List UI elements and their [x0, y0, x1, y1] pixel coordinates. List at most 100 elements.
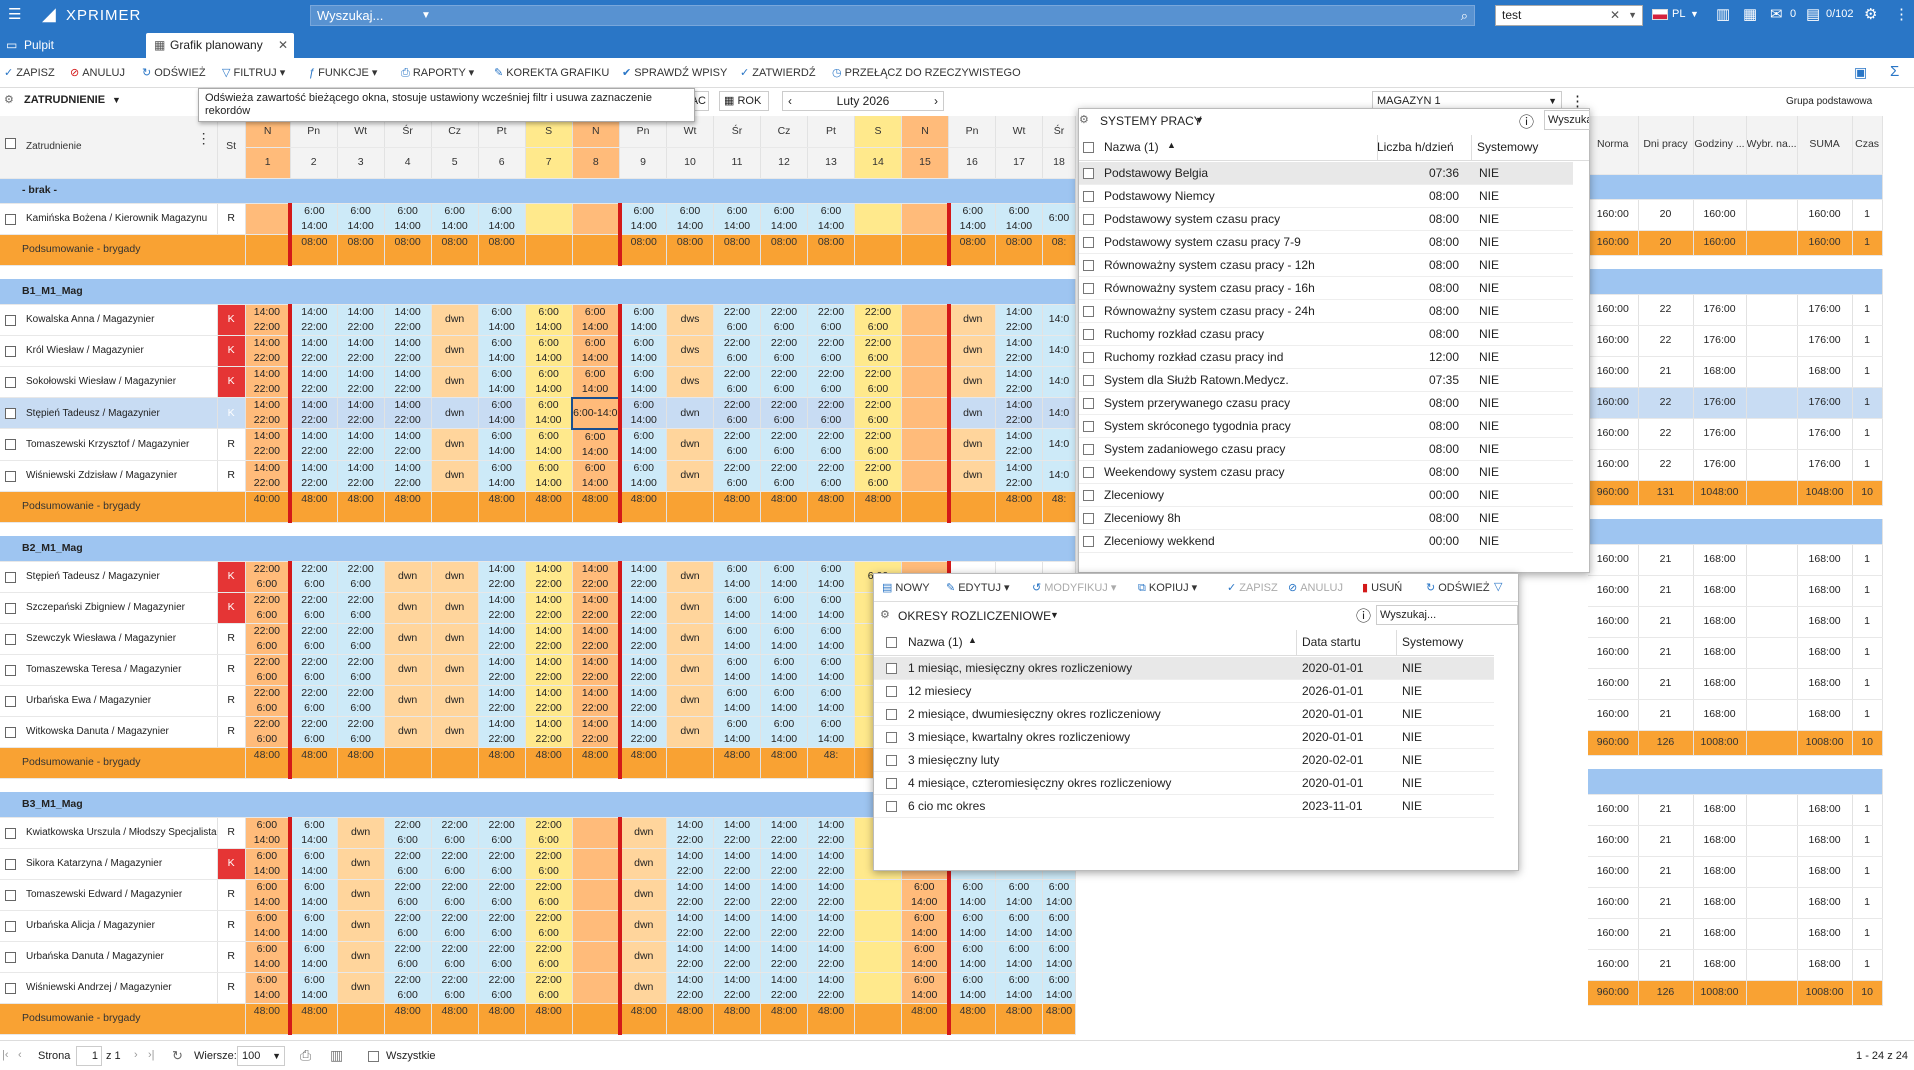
employee-name[interactable]: Sokołowski Wiesław / Magazynier — [0, 366, 218, 398]
col-hours[interactable]: Liczba h/dzień — [1377, 140, 1454, 154]
shift-cell[interactable]: 14:00 22:00 — [713, 817, 761, 849]
user-select[interactable]: test ✕ ▼ — [1495, 5, 1643, 26]
row-checkbox[interactable] — [5, 345, 16, 357]
row-checkbox[interactable] — [1083, 260, 1094, 271]
row-checkbox[interactable] — [5, 889, 16, 901]
shift-cell[interactable]: 22:00 6:00 — [431, 910, 479, 942]
shift-cell[interactable]: 14:00 22:00 — [478, 561, 526, 593]
select-all-checkbox[interactable] — [886, 637, 897, 648]
shift-cell[interactable]: 22:00 6:00 — [337, 561, 385, 593]
shift-cell[interactable]: 14:00 22:00 — [572, 561, 621, 593]
shift-cell[interactable] — [901, 428, 949, 461]
shift-cell[interactable]: 14:00 22:00 — [995, 397, 1043, 429]
shift-cell[interactable]: 6:00 14:00 — [478, 203, 526, 235]
shift-cell[interactable]: 6:00 14:00 — [807, 203, 855, 235]
work-system-row[interactable]: Równoważny system czasu pracy - 12h 08:00… — [1079, 254, 1573, 277]
shift-cell[interactable]: dwn — [384, 654, 432, 686]
page-input[interactable]: 1 — [76, 1046, 102, 1066]
row-checkbox[interactable] — [886, 755, 897, 766]
shift-cell[interactable]: 6:00 — [1042, 203, 1076, 235]
shift-cell[interactable]: dwn — [431, 623, 479, 655]
row-checkbox[interactable] — [886, 663, 897, 674]
shift-cell[interactable]: 14:00 22:00 — [245, 428, 291, 461]
shift-cell[interactable]: dwn — [946, 304, 996, 336]
shift-cell[interactable]: 22:00 6:00 — [525, 910, 573, 942]
shift-cell[interactable]: 22:00 6:00 — [525, 941, 573, 973]
row-checkbox[interactable] — [1083, 329, 1094, 340]
shift-cell[interactable]: 22:00 6:00 — [288, 716, 338, 748]
shift-cell[interactable]: 14:00 22:00 — [384, 366, 432, 398]
shift-cell[interactable]: 14:00 22:00 — [384, 335, 432, 367]
shift-cell[interactable]: 14:00 22:00 — [617, 623, 667, 655]
shift-cell[interactable]: 22:00 6:00 — [288, 561, 338, 593]
shift-cell[interactable]: 6:00 14:00 — [288, 817, 338, 849]
shift-cell[interactable]: 22:00 6:00 — [854, 460, 902, 492]
day-header[interactable]: 14 — [854, 147, 902, 179]
row-checkbox[interactable] — [1083, 237, 1094, 248]
shift-cell[interactable] — [854, 203, 902, 235]
shift-cell[interactable]: dwn — [431, 428, 479, 461]
shift-cell[interactable]: 22:00 6:00 — [288, 685, 338, 717]
next-page-icon[interactable]: › — [134, 1049, 138, 1061]
day-header[interactable]: 15 — [901, 147, 949, 179]
select-all-checkbox[interactable] — [5, 138, 16, 149]
shift-cell[interactable]: 6:00 14:00 — [995, 910, 1043, 942]
shift-cell[interactable]: dwn — [666, 428, 714, 461]
last-page-icon[interactable]: ›| — [148, 1049, 155, 1061]
day-header[interactable]: 2 — [290, 147, 338, 179]
shift-cell[interactable]: dwn — [384, 592, 432, 624]
employment-selector[interactable]: ZATRUDNIENIE — [24, 94, 105, 106]
billing-period-row[interactable]: 6 cio mc okres 2023-11-01 NIE — [874, 795, 1494, 818]
employee-row[interactable]: Król Wiesław / Magazynier K 14:00 22:00 14:0… — [0, 335, 1076, 367]
shift-cell[interactable]: 22:00 6:00 — [245, 592, 291, 624]
shift-cell[interactable]: 6:00 14:00 — [760, 716, 808, 748]
shift-cell[interactable]: 6:00 14:00 — [288, 972, 338, 1004]
shift-cell[interactable]: 14:00 22:00 — [713, 910, 761, 942]
row-checkbox[interactable] — [5, 470, 16, 482]
row-checkbox[interactable] — [1083, 513, 1094, 524]
shift-cell[interactable]: 22:00 6:00 — [478, 910, 526, 942]
shift-cell[interactable]: dwn — [431, 335, 479, 367]
shift-cell[interactable]: 22:00 6:00 — [431, 817, 479, 849]
shift-cell[interactable]: 6:00 14:00 — [946, 910, 996, 942]
shift-cell[interactable]: 6:00 14:00 — [431, 203, 479, 235]
row-checkbox[interactable] — [5, 982, 16, 994]
shift-cell[interactable]: 14:0 — [1042, 304, 1076, 336]
row-checkbox[interactable] — [1083, 490, 1094, 501]
functions-button[interactable]: ƒ FUNKCJE ▾ — [309, 58, 377, 88]
col-status[interactable]: St — [217, 116, 246, 179]
shift-cell[interactable]: 22:00 6:00 — [478, 972, 526, 1004]
work-system-row[interactable]: Równoważny system czasu pracy - 24h 08:00… — [1079, 300, 1573, 323]
chart-icon[interactable]: ▥ — [330, 1047, 343, 1064]
shift-cell[interactable]: 22:00 6:00 — [245, 716, 291, 748]
shift-cell[interactable]: 22:00 6:00 — [478, 879, 526, 911]
shift-cell[interactable]: 22:00 6:00 — [760, 366, 808, 398]
row-checkbox[interactable] — [5, 602, 16, 614]
employee-name[interactable]: Urbańska Danuta / Magazynier — [0, 941, 218, 973]
shift-cell[interactable]: 6:00 14:00 — [478, 335, 526, 367]
shift-cell[interactable]: dwn — [384, 561, 432, 593]
shift-cell[interactable]: 14:00 22:00 — [245, 304, 291, 336]
row-checkbox[interactable] — [5, 633, 16, 645]
shift-cell[interactable]: dwn — [337, 879, 385, 911]
shift-cell[interactable]: 14:0 — [1042, 428, 1076, 461]
shift-cell[interactable]: 6:00 14:00 — [901, 941, 949, 973]
approve-button[interactable]: ✓ ZATWIERDŹ — [740, 58, 816, 88]
row-checkbox[interactable] — [5, 664, 16, 676]
flag-pl-icon[interactable] — [1652, 9, 1668, 20]
shift-cell[interactable]: 14:00 22:00 — [617, 592, 667, 624]
info-icon[interactable]: ⓘ — [1519, 111, 1534, 132]
shift-cell[interactable]: dwn — [946, 335, 996, 367]
shift-cell[interactable]: 6:00 14:00 — [995, 972, 1043, 1004]
shift-cell[interactable]: 14:00 22:00 — [760, 910, 808, 942]
modify-button[interactable]: ↺ MODYFIKUJ ▾ — [1032, 574, 1116, 602]
row-checkbox[interactable] — [5, 314, 16, 326]
work-system-row[interactable]: System dla Służb Ratown.Medycz. 07:35 NIE — [1079, 369, 1573, 392]
shift-cell[interactable]: 6:00 14:00 — [572, 428, 621, 461]
chevron-down-icon[interactable]: ▼ — [1050, 610, 1059, 620]
shift-cell[interactable]: 6:00 14:00 — [807, 685, 855, 717]
shift-cell[interactable]: dwn — [431, 561, 479, 593]
shift-cell[interactable]: 14:00 22:00 — [995, 335, 1043, 367]
employee-name[interactable]: Król Wiesław / Magazynier — [0, 335, 218, 367]
shift-cell[interactable]: 6:00 14:00 — [901, 910, 949, 942]
